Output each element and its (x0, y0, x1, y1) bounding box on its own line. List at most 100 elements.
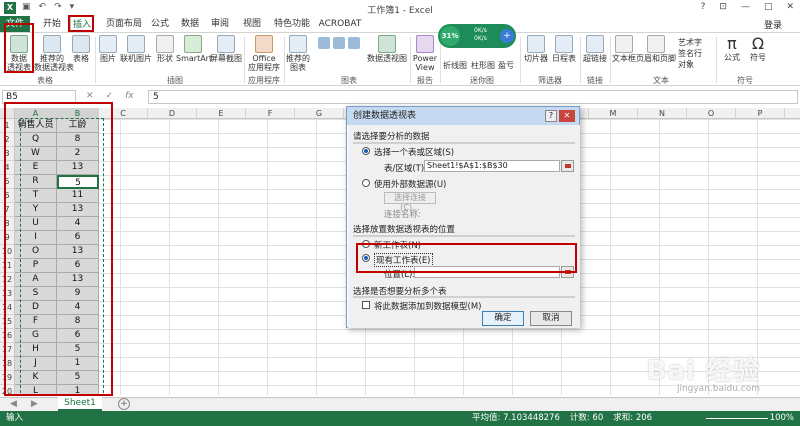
pi-icon: π (727, 34, 737, 53)
tab-page-layout[interactable]: 页面布局 (104, 16, 144, 32)
online-picture-button[interactable]: 联机图片 (120, 35, 152, 63)
formula-input[interactable]: 5 (148, 90, 798, 104)
chart-types-gallery[interactable] (314, 37, 364, 49)
column-header-e[interactable]: E (197, 108, 246, 119)
wordart-button[interactable]: 艺术字 (678, 37, 714, 48)
sparkline-line-button[interactable]: 折线图 (442, 61, 468, 70)
external-source-label[interactable]: 使用外部数据源(U) (374, 178, 446, 190)
group-label-tables: 表格 (37, 76, 53, 85)
column-header-f[interactable]: F (246, 108, 295, 119)
sheet-tab-sheet1[interactable]: Sheet1 (58, 397, 102, 411)
timeline-button[interactable]: 日程表 (550, 35, 578, 63)
tab-review[interactable]: 审阅 (208, 16, 232, 32)
sparkline-winloss-button[interactable]: 盈亏 (496, 61, 516, 70)
sparkline-column-button[interactable]: 柱形图 (470, 61, 496, 70)
equation-button[interactable]: π 公式 (720, 34, 744, 63)
zoom-slider[interactable] (706, 418, 768, 419)
text-extras: 艺术字 签名行 对象 (678, 37, 714, 70)
online-picture-icon (127, 35, 145, 53)
select-table-label[interactable]: 选择一个表或区域(S) (374, 146, 454, 158)
dialog-help-button[interactable]: ? (545, 110, 557, 122)
network-speed-widget[interactable]: 31% 0K/s 0K/s + (438, 24, 516, 48)
tab-home[interactable]: 开始 (38, 16, 66, 32)
status-average: 平均值: 7.103448276 (472, 413, 560, 423)
screenshot-button[interactable]: 屏幕截图 (210, 35, 242, 63)
title-bar: X ▣ ↶ ↷ ▾ 工作簿1 - Excel ? ⊡ — □ ✕ (0, 0, 800, 16)
external-source-radio[interactable] (362, 179, 370, 187)
sheet-prev-icon[interactable]: ◀ (10, 399, 17, 409)
column-header-d[interactable]: D (148, 108, 197, 119)
select-table-radio[interactable] (362, 147, 370, 155)
table-button[interactable]: 表格 (70, 35, 92, 63)
speed-percent: 31% (440, 26, 460, 46)
textbox-button[interactable]: 文本框 (612, 35, 636, 63)
insert-function-icon[interactable]: fx (125, 91, 134, 101)
group-label-filters: 筛选器 (538, 76, 562, 85)
confirm-entry-icon[interactable]: ✓ (106, 91, 114, 101)
ok-button[interactable]: 确定 (482, 311, 524, 326)
column-header-n[interactable]: N (638, 108, 687, 119)
ribbon-tabs: 文件 开始 插入 页面布局 公式 数据 审阅 视图 特色功能 ACROBAT 登… (0, 16, 800, 32)
cancel-entry-icon[interactable]: ✕ (86, 91, 94, 101)
sheet-next-icon[interactable]: ▶ (31, 399, 38, 409)
baidu-watermark-url: jingyan.baidu.com (676, 384, 760, 394)
office-apps-button[interactable]: Office 应用程序 (247, 35, 281, 72)
object-button[interactable]: 对象 (678, 59, 714, 70)
pie-chart-icon[interactable] (348, 37, 360, 49)
hyperlink-button[interactable]: 超链接 (582, 35, 608, 63)
table-range-collapse-icon[interactable] (561, 160, 574, 172)
help-button[interactable]: ? (701, 2, 706, 12)
pivot-chart-button[interactable]: 数据透视图 (366, 35, 408, 63)
group-label-text: 文本 (653, 76, 669, 85)
tab-acrobat[interactable]: ACROBAT (318, 16, 362, 32)
shapes-button[interactable]: 形状 (154, 35, 176, 63)
tab-view[interactable]: 视图 (240, 16, 264, 32)
recommended-charts-button[interactable]: 推荐的 图表 (286, 35, 310, 72)
picture-icon (99, 35, 117, 53)
column-header-m[interactable]: M (589, 108, 638, 119)
signature-line-button[interactable]: 签名行 (678, 48, 714, 59)
add-to-model-checkbox[interactable] (362, 301, 370, 309)
status-count: 计数: 60 (569, 413, 604, 423)
ribbon-display-button[interactable]: ⊡ (719, 2, 727, 12)
slicer-icon (527, 35, 545, 53)
office-apps-icon (255, 35, 273, 53)
zoom-level[interactable]: 100% (770, 411, 794, 426)
tab-data[interactable]: 数据 (178, 16, 202, 32)
maximize-button[interactable]: □ (764, 2, 773, 12)
choose-data-label: 请选择要分析的数据 (353, 132, 430, 142)
ribbon-insert: 数据 透视表 推荐的 数据透视表 表格 表格 图片 联机图片 形状 SmartA… (0, 32, 800, 86)
column-header-g[interactable]: G (295, 108, 344, 119)
header-footer-button[interactable]: 页眉和页脚 (636, 35, 676, 63)
power-view-button[interactable]: Power View (412, 35, 438, 72)
table-range-input[interactable]: Sheet1!$A$1:$B$30 (424, 160, 560, 172)
add-sheet-button[interactable]: + (118, 398, 130, 410)
insert-tab-highlight (68, 15, 94, 32)
column-header-p[interactable]: P (736, 108, 785, 119)
screenshot-icon (217, 35, 235, 53)
dialog-close-button[interactable]: ✕ (559, 110, 575, 122)
close-button[interactable]: ✕ (786, 2, 794, 12)
line-chart-icon[interactable] (333, 37, 345, 49)
column-header-q[interactable]: Q (785, 108, 800, 119)
speed-plus-icon[interactable]: + (500, 29, 514, 43)
recommended-pivot-icon (43, 35, 61, 53)
column-header-o[interactable]: O (687, 108, 736, 119)
cancel-button[interactable]: 取消 (530, 311, 572, 326)
login-link[interactable]: 登录 (764, 18, 782, 31)
choose-connection-button[interactable]: 选择连接(C)... (384, 192, 436, 212)
tab-special-features[interactable]: 特色功能 (272, 16, 312, 32)
create-pivot-table-dialog: 创建数据透视表 ? ✕ 请选择要分析的数据 选择一个表或区域(S) 表/区域(T… (346, 106, 580, 328)
smartart-button[interactable]: SmartArt (176, 35, 212, 63)
recommended-pivot-button[interactable]: 推荐的 数据透视表 (34, 35, 74, 72)
minimize-button[interactable]: — (741, 2, 750, 12)
sheet-tab-bar: ◀ ▶ Sheet1 + (0, 397, 800, 411)
slicer-button[interactable]: 切片器 (522, 35, 550, 63)
add-to-model-label[interactable]: 将此数据添加到数据模型(M) (374, 300, 481, 312)
omega-icon: Ω (751, 34, 765, 53)
textbox-icon (615, 35, 633, 53)
picture-button[interactable]: 图片 (98, 35, 118, 63)
column-chart-icon[interactable] (318, 37, 330, 49)
symbol-button[interactable]: Ω 符号 (746, 34, 770, 63)
tab-formulas[interactable]: 公式 (148, 16, 172, 32)
